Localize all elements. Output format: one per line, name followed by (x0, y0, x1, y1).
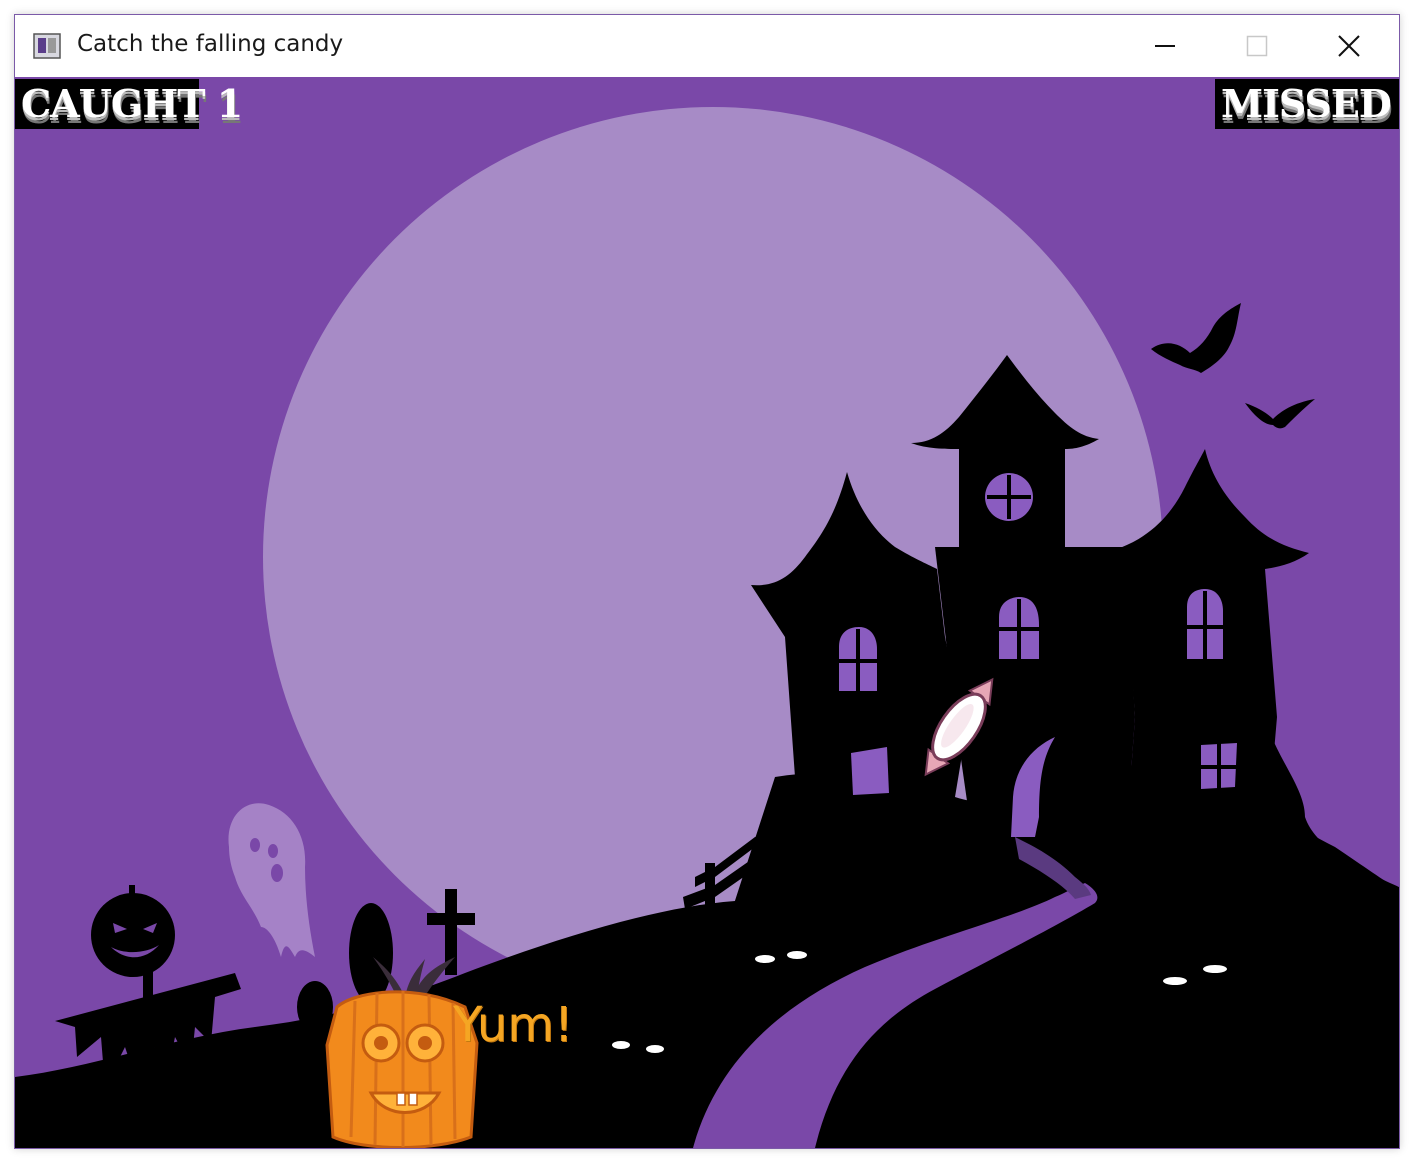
bat-icon (1245, 399, 1315, 429)
window-title: Catch the falling candy (77, 31, 344, 57)
app-window-icon (33, 33, 61, 59)
missed-counter: MISSED 5 (1215, 79, 1399, 129)
maximize-icon (1246, 35, 1268, 57)
ghost (228, 803, 315, 957)
title-bar[interactable]: Catch the falling candy (15, 15, 1399, 77)
close-icon (1338, 35, 1360, 57)
bat-icon (1151, 303, 1241, 373)
halloween-background (15, 107, 1399, 1148)
minimize-button[interactable] (1119, 15, 1211, 77)
close-button[interactable] (1303, 15, 1395, 77)
minimize-icon (1155, 45, 1175, 47)
speech-text: Yum! (453, 997, 574, 1053)
game-window: Catch the falling candy CAUGHT 1 MISSED … (14, 14, 1400, 1149)
game-canvas[interactable]: CAUGHT 1 MISSED 5 Yum! (15, 77, 1399, 1148)
caught-counter: CAUGHT 1 (15, 79, 243, 129)
maximize-button[interactable] (1211, 15, 1303, 77)
